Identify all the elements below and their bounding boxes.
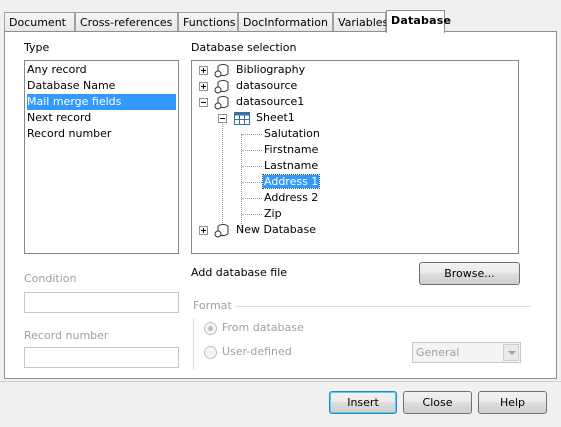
tab-label: Cross-references xyxy=(80,16,173,29)
tree-line xyxy=(242,214,262,215)
format-label: Format xyxy=(193,299,232,312)
tree-node-sheet1[interactable]: Sheet1 xyxy=(256,110,295,126)
tree-field-lastname[interactable]: Lastname xyxy=(264,158,318,174)
tab-label: Document xyxy=(9,16,66,29)
tab-cross-references[interactable]: Cross-references xyxy=(75,12,178,32)
tab-label: Functions xyxy=(183,16,236,29)
tree-field-salutation[interactable]: Salutation xyxy=(264,126,320,142)
tree-field-zip[interactable]: Zip xyxy=(264,206,282,222)
expand-icon[interactable] xyxy=(199,82,208,91)
database-icon xyxy=(214,64,229,78)
add-database-file-label: Add database file xyxy=(191,266,288,279)
collapse-icon[interactable] xyxy=(218,114,227,123)
from-database-label: From database xyxy=(222,321,304,334)
tree-node-datasource1[interactable]: datasource1 xyxy=(236,94,304,110)
tab-label: DocInformation xyxy=(243,16,328,29)
format-combo-value: General xyxy=(416,346,460,359)
tab-document[interactable]: Document xyxy=(4,12,75,32)
collapse-icon[interactable] xyxy=(199,98,208,107)
list-item-record-number[interactable]: Record number xyxy=(27,126,111,142)
database-icon xyxy=(214,80,229,94)
tab-variables[interactable]: Variables xyxy=(333,12,389,32)
type-label: Type xyxy=(24,41,50,54)
chevron-down-icon[interactable] xyxy=(503,344,519,361)
tree-field-address-2[interactable]: Address 2 xyxy=(264,190,318,206)
tab-functions[interactable]: Functions xyxy=(178,12,238,32)
table-icon xyxy=(234,112,250,125)
list-item-database-name[interactable]: Database Name xyxy=(27,78,115,94)
format-vertical-separator xyxy=(193,318,194,370)
record-number-field[interactable] xyxy=(24,347,179,368)
insert-button[interactable]: Insert xyxy=(329,391,397,414)
tab-label: Variables xyxy=(338,16,389,29)
tree-node-bibliography[interactable]: Bibliography xyxy=(236,62,305,78)
tree-line xyxy=(222,118,223,237)
format-combo[interactable]: General xyxy=(412,342,521,363)
from-database-radio[interactable] xyxy=(204,322,217,335)
dialog-separator xyxy=(0,381,561,382)
tab-bar: Document Cross-references Functions DocI… xyxy=(4,10,557,33)
tree-line xyxy=(242,166,262,167)
list-item-any-record[interactable]: Any record xyxy=(27,62,87,78)
tab-label: Database xyxy=(391,14,452,27)
format-separator xyxy=(236,306,531,307)
database-icon xyxy=(214,96,229,110)
tree-line xyxy=(242,182,262,183)
expand-icon[interactable] xyxy=(199,226,208,235)
condition-field[interactable] xyxy=(24,292,179,313)
database-tree[interactable]: Bibliography datasource datasource1 Shee… xyxy=(191,60,519,254)
tree-node-new-database[interactable]: New Database xyxy=(236,222,316,238)
tree-field-address-1[interactable]: Address 1 xyxy=(261,174,321,190)
condition-label: Condition xyxy=(24,272,77,285)
database-icon xyxy=(214,224,229,238)
type-listbox[interactable]: Any record Database Name Mail merge fiel… xyxy=(24,60,179,254)
database-selection-label: Database selection xyxy=(191,41,297,54)
tree-line xyxy=(242,150,262,151)
close-button[interactable]: Close xyxy=(403,391,472,414)
tab-database[interactable]: Database xyxy=(386,10,451,33)
user-defined-radio[interactable] xyxy=(204,346,217,359)
list-item-mail-merge-fields[interactable]: Mail merge fields xyxy=(27,94,176,110)
browse-button[interactable]: Browse... xyxy=(419,262,520,285)
tab-docinformation[interactable]: DocInformation xyxy=(238,12,333,32)
help-button[interactable]: Help xyxy=(478,391,547,414)
expand-icon[interactable] xyxy=(199,66,208,75)
tree-node-datasource[interactable]: datasource xyxy=(236,78,297,94)
tree-field-firstname[interactable]: Firstname xyxy=(264,142,318,158)
list-item-next-record[interactable]: Next record xyxy=(27,110,91,126)
tree-line xyxy=(242,198,262,199)
user-defined-label: User-defined xyxy=(222,345,292,358)
record-number-label: Record number xyxy=(24,329,109,342)
tree-line xyxy=(242,134,262,135)
